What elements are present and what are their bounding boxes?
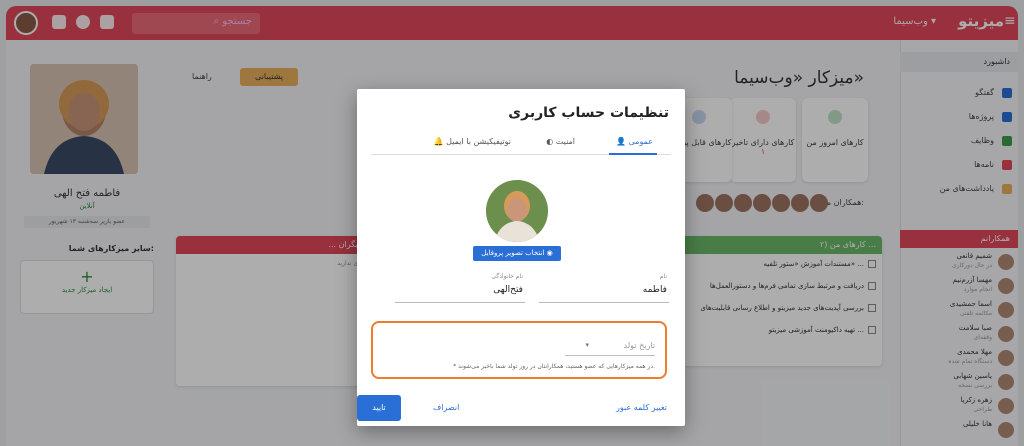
first-name-value: فاطمه — [642, 285, 667, 295]
user-icon: 👤 — [616, 137, 629, 146]
tab-general[interactable]: 👤 عمومی — [616, 137, 653, 146]
first-name-label: نام — [659, 273, 667, 280]
bell-icon: 🔔 — [433, 137, 447, 146]
birthdate-hint: * در همه میزکارهایی که عضو هستید، همکارا… — [453, 363, 655, 370]
modal-tabs: 👤 عمومی ◐ امنیت 🔔 نوتیفیکیشن با ایمیل — [371, 133, 671, 155]
active-tab-indicator — [609, 153, 657, 155]
last-name-label: نام خانوادگی — [491, 273, 523, 280]
tab-label: عمومی — [628, 137, 653, 146]
birthdate-label: تاریخ تولد — [623, 341, 655, 350]
chevron-down-icon[interactable]: ▾ — [585, 341, 589, 349]
last-name-value: فتح‌الهی — [493, 285, 523, 295]
modal-title: تنظیمات حساب کاربری — [508, 105, 669, 121]
birthdate-underline — [565, 355, 655, 356]
tab-security[interactable]: ◐ امنیت — [546, 137, 575, 146]
account-settings-modal: تنظیمات حساب کاربری 👤 عمومی ◐ امنیت 🔔 نو… — [357, 89, 685, 426]
choose-photo-label: انتخاب تصویر پروفایل — [481, 249, 545, 257]
birthdate-field[interactable]: تاریخ تولد ▾ * در همه میزکارهایی که عضو … — [371, 321, 667, 379]
tab-label: امنیت — [555, 137, 575, 146]
choose-photo-button[interactable]: انتخاب تصویر پروفایل ◉ — [473, 246, 561, 261]
camera-icon: ◉ — [546, 249, 553, 257]
change-password-link[interactable]: تغییر کلمه عبور — [616, 403, 667, 412]
last-name-field[interactable]: نام خانوادگی فتح‌الهی — [395, 273, 525, 303]
cancel-button[interactable]: انصراف — [433, 403, 459, 412]
first-name-field[interactable]: نام فاطمه — [539, 273, 669, 303]
confirm-button[interactable]: تایید — [357, 395, 401, 421]
shield-icon: ◐ — [546, 137, 556, 146]
profile-avatar — [486, 180, 548, 242]
avatar-illustration — [486, 180, 548, 242]
tab-email-notification[interactable]: 🔔 نوتیفیکیشن با ایمیل — [434, 137, 511, 146]
tab-label: نوتیفیکیشن با ایمیل — [446, 137, 511, 146]
